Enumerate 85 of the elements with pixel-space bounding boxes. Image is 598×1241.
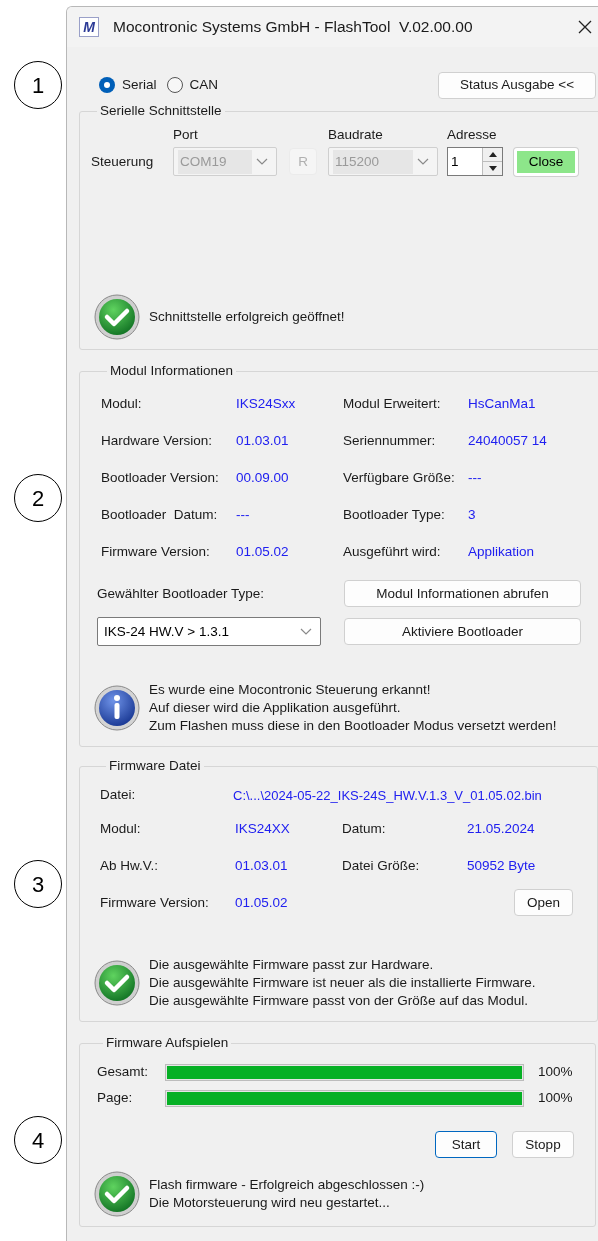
field-value: 01.03.01 xyxy=(235,856,289,875)
group-title: Firmware Aufspielen xyxy=(105,1034,230,1052)
step-number: 2 xyxy=(14,474,62,522)
spin-up-button[interactable] xyxy=(483,148,502,163)
group-title: Modul Informationen xyxy=(109,362,235,380)
radio-button[interactable] xyxy=(166,77,183,93)
field-label: Bootloader Datum: xyxy=(101,505,219,524)
activate-bootloader-button[interactable]: Aktiviere Bootloader xyxy=(344,618,581,646)
field-label: Bootloader Type: xyxy=(343,505,446,524)
status-button[interactable]: Status Ausgabe << xyxy=(438,71,596,99)
radio-button[interactable] xyxy=(99,77,115,93)
status-text: Die ausgewählte Firmware passt von der Größe auf das Modul. xyxy=(149,992,529,1011)
triangle-down-icon xyxy=(488,166,497,172)
field-value: IKS24Sxx xyxy=(236,394,297,413)
field-label: Firmware Version: xyxy=(101,542,211,561)
start-button[interactable]: Start xyxy=(435,1131,497,1159)
field-value: 01.03.01 xyxy=(236,431,290,450)
field-value: --- xyxy=(236,505,251,524)
progress-reading: 100% xyxy=(538,1089,573,1108)
group-title: Firmware Datei xyxy=(108,757,202,775)
field-value: HsCanMa1 xyxy=(468,394,537,413)
field-value: 50952 Byte xyxy=(467,856,537,875)
status-text: Flash firmware - Erfolgreich abgeschlossen :-) xyxy=(149,1176,425,1195)
info-icon xyxy=(94,685,140,732)
number-spinner[interactable]: 1 xyxy=(447,147,503,177)
field-value: IKS24XX xyxy=(235,819,291,838)
app-icon: M xyxy=(79,17,99,37)
step-number: 3 xyxy=(14,860,62,908)
field-value: 21.05.2024 xyxy=(467,819,536,838)
column-label: Port xyxy=(173,126,199,145)
field-label: Ausgeführt wird: xyxy=(343,542,442,561)
progress-reading: 100% xyxy=(538,1063,573,1082)
status-text: Die Motorsteuerung wird neu gestartet... xyxy=(149,1194,391,1213)
check-icon xyxy=(94,294,140,341)
connect-button[interactable]: Close xyxy=(514,147,578,176)
stop-button[interactable]: Stopp xyxy=(512,1131,574,1159)
status-text: Auf dieser wird die Applikation ausgeführt. xyxy=(149,699,402,718)
status-text: Die ausgewählte Firmware passt zur Hardware. xyxy=(149,956,435,975)
dropdown[interactable]: IKS-24 HW.V > 1.3.1 xyxy=(97,617,321,647)
field-label: Hardware Version: xyxy=(101,431,214,450)
field-label: Verfügbare Größe: xyxy=(343,468,456,487)
field-value: --- xyxy=(468,468,483,487)
field-value: 3 xyxy=(468,505,477,524)
triangle-up-icon xyxy=(488,152,497,158)
step-number: 1 xyxy=(14,61,62,109)
file-path: C:\...\2024-05-22_IKS-24S_HW.V.1.3_V_01.05.02.bin xyxy=(233,786,542,805)
check-icon xyxy=(94,960,140,1007)
field-label: Bootloader Version: xyxy=(101,468,220,487)
chevron-down-icon xyxy=(417,158,429,166)
field-value: 00.09.00 xyxy=(236,468,290,487)
field-value: Applikation xyxy=(468,542,536,561)
open-button[interactable]: Open xyxy=(514,889,573,917)
progress-label: Page: xyxy=(97,1089,134,1108)
field-label: Datei: xyxy=(100,786,137,805)
field-label: Datei Größe: xyxy=(342,856,421,875)
field-label: Firmware Version: xyxy=(100,893,210,912)
field-label: Modul: xyxy=(101,394,143,413)
window-title: Mocontronic Systems GmbH - FlashTool V.02.00.00 xyxy=(113,17,473,38)
check-icon xyxy=(94,1171,140,1218)
radio-label: Serial xyxy=(122,75,157,94)
chevron-down-icon xyxy=(300,628,312,636)
field-label: Gewählter Bootloader Type: xyxy=(97,584,266,603)
radio-label: CAN xyxy=(189,75,219,94)
field-label: Datum: xyxy=(342,819,387,838)
column-label: Adresse xyxy=(447,126,498,145)
step-number: 4 xyxy=(14,1116,62,1164)
progress-label: Gesamt: xyxy=(97,1063,149,1082)
field-value: 01.05.02 xyxy=(236,542,290,561)
field-label: Modul Erweitert: xyxy=(343,394,442,413)
field-label: Modul: xyxy=(100,819,142,838)
spin-down-button[interactable] xyxy=(483,162,502,176)
field-label: Ab Hw.V.: xyxy=(100,856,160,875)
status-text: Zum Flashen muss diese in den Bootloader Modus versetzt werden! xyxy=(149,717,557,736)
column-label: Baudrate xyxy=(328,126,384,145)
fetch-info-button[interactable]: Modul Informationen abrufen xyxy=(344,580,581,608)
field-value: 24040057 14 xyxy=(468,431,548,450)
status-text: Es wurde eine Mocontronic Steuerung erkannt! xyxy=(149,681,432,700)
status-text: Die ausgewählte Firmware ist neuer als die installierte Firmware. xyxy=(149,974,536,993)
row-label: Steuerung xyxy=(91,152,155,171)
group-title: Serielle Schnittstelle xyxy=(99,102,223,120)
chevron-down-icon xyxy=(256,158,268,166)
field-label: Seriennummer: xyxy=(343,431,437,450)
close-icon[interactable] xyxy=(578,20,592,34)
field-value: 01.05.02 xyxy=(235,893,289,912)
status-text: Schnittstelle erfolgreich geöffnet! xyxy=(149,308,345,327)
